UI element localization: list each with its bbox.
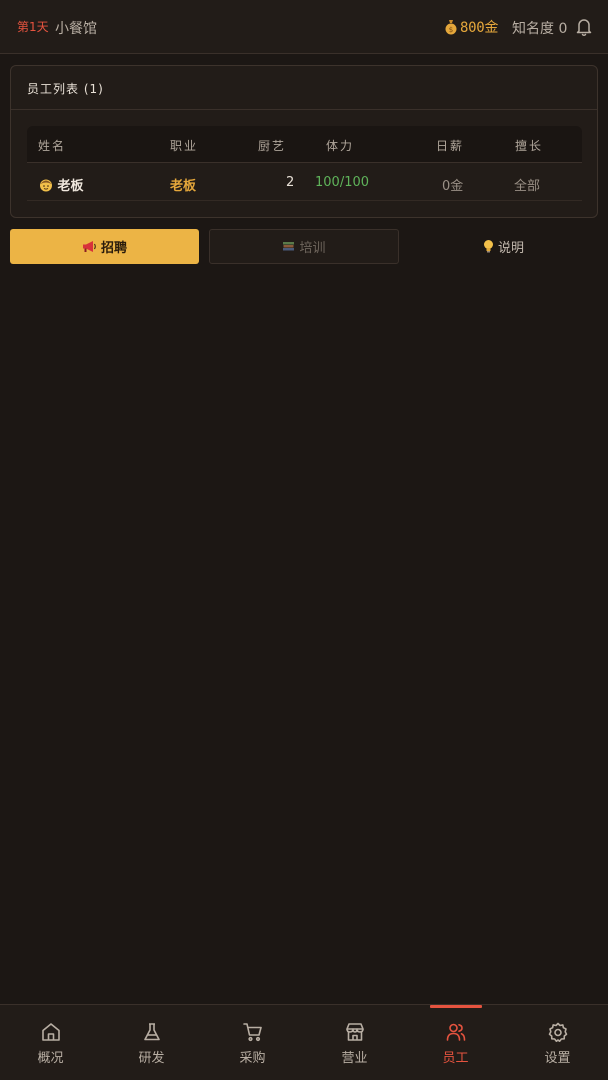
cart-icon [242,1023,262,1042]
column-header-name: 姓名 [38,139,67,153]
megaphone-icon [82,241,96,252]
staff-job: 老板 [170,179,197,194]
lightbulb-icon [483,240,493,253]
nav-item-settings[interactable]: 设置 [507,1005,608,1080]
nav-label: 研发 [138,1051,165,1066]
staff-stamina: 100/100 [315,175,370,190]
fame-value: 知名度 0 [512,21,568,37]
bell-icon[interactable] [575,17,593,37]
nav-item-overview[interactable]: 概况 [0,1005,101,1080]
home-icon [41,1023,60,1041]
money-bag-icon: $ [445,20,457,35]
nav-label: 营业 [341,1051,368,1066]
table-row[interactable]: 老板 老板 2 100/100 0金 全部 [27,164,582,201]
svg-text:$: $ [449,26,453,34]
column-header-skill: 厨艺 [258,139,287,153]
flask-icon [143,1023,160,1041]
column-header-salary: 日薪 [436,139,465,153]
nav-label: 采购 [239,1051,266,1066]
column-header-job: 职业 [170,139,199,153]
bottom-navigation: 概况 研发 采购 营业 员工 设置 [0,1004,608,1080]
staff-name-cell: 老板 [39,175,84,194]
staff-specialty: 全部 [514,179,541,194]
train-button[interactable]: 培训 [209,229,399,264]
recruit-button[interactable]: 招聘 [10,229,199,264]
info-button[interactable]: 说明 [409,229,598,264]
gold-amount: 800金 [460,20,499,36]
staff-list-panel: 员工列表 (1) 姓名 职业 厨艺 体力 日薪 擅长 老板 老板 2 100/1… [10,65,598,218]
books-icon [283,242,295,251]
nav-label: 设置 [544,1051,571,1066]
shop-name: 小餐馆 [55,21,97,37]
day-counter: 第1天 [17,20,49,34]
nav-label: 概况 [37,1051,64,1066]
divider [11,109,597,110]
info-label: 说明 [497,240,524,255]
staff-salary: 0金 [442,179,464,194]
face-emoji-icon [40,179,52,192]
nav-item-research[interactable]: 研发 [101,1005,202,1080]
column-header-specialty: 擅长 [515,139,544,153]
users-icon [446,1023,465,1041]
column-header-stamina: 体力 [326,139,355,153]
gear-icon [548,1022,567,1042]
top-bar: 第1天 小餐馆 $ 800金 知名度 0 [0,0,608,54]
nav-item-staff[interactable]: 员工 [405,1005,506,1080]
nav-item-purchase[interactable]: 采购 [202,1005,303,1080]
train-label: 培训 [299,240,326,255]
staff-skill: 2 [286,175,295,190]
nav-label: 员工 [442,1051,469,1066]
recruit-label: 招聘 [100,240,127,255]
store-icon [345,1023,364,1041]
gold-display: $ 800金 [445,17,498,37]
staff-name: 老板 [57,179,84,194]
table-header: 姓名 职业 厨艺 体力 日薪 擅长 [27,126,582,163]
nav-item-business[interactable]: 营业 [304,1005,405,1080]
panel-title: 员工列表 (1) [27,82,104,96]
